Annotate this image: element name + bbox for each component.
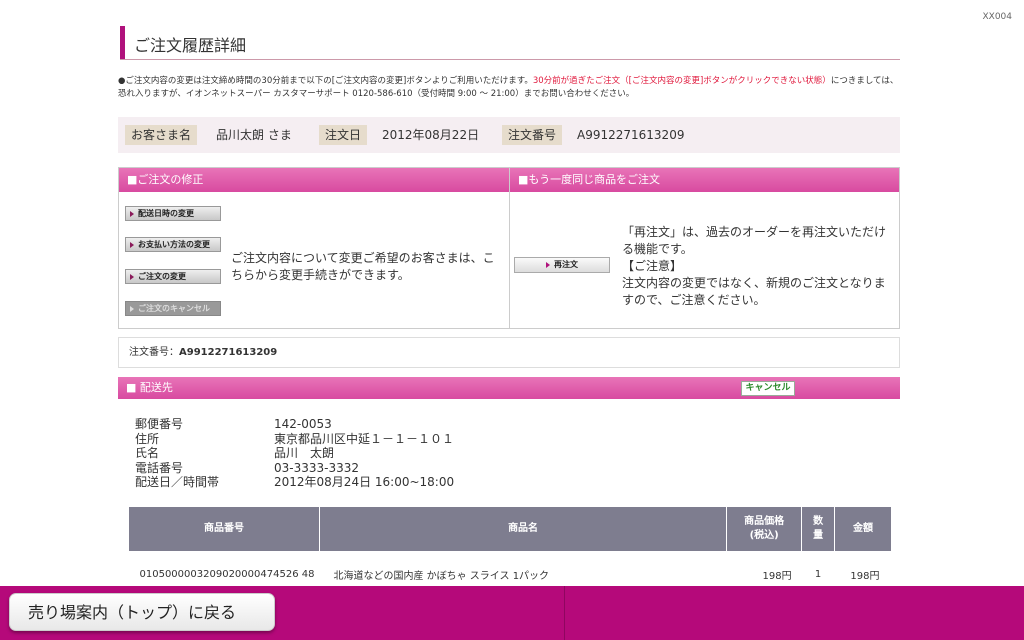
reorder-description: 「再注文」は、過去のオーダーを再注文いただける機能です。 【ご注意】 注文内容の… xyxy=(622,225,887,307)
col-product-name: 商品名 xyxy=(318,506,728,552)
title-accent-bar xyxy=(120,26,125,59)
delivery-time-value: 2012年08月24日 16:00~18:00 xyxy=(274,475,455,489)
customer-value: 品川太朗 さま xyxy=(216,128,292,142)
items-table: 商品番号 商品名 商品価格 (税込) 数 量 金額 01050000032090… xyxy=(128,506,892,598)
col-price: 商品価格 (税込) xyxy=(726,506,803,552)
arrow-right-icon xyxy=(130,210,134,217)
notice-part2: 30分前が過ぎたご注文（[ご注文内容の変更]ボタンがクリックできない状態） xyxy=(532,76,831,86)
order-date-label: 注文日 xyxy=(319,125,368,145)
shipping-details: 郵便番号 142-0053 住所 東京都品川区中延１－１－１０１ 氏名 品川 太朗 電… xyxy=(135,417,454,490)
phone-label: 電話番号 xyxy=(135,460,184,475)
delivery-time-label: 配送日／時間帯 xyxy=(135,475,220,489)
arrow-right-icon xyxy=(130,241,134,248)
screen-id: XX004 xyxy=(982,12,1012,22)
name-value: 品川 太朗 xyxy=(274,446,335,460)
order-number-box: 注文番号：A9912271613209 xyxy=(118,337,900,368)
reorder-button[interactable]: 再注文 xyxy=(514,257,610,273)
modify-panel: ■ご注文の修正 配送日時の変更 お支払い方法の変更 ご注文の変更 ご注文のキャン… xyxy=(118,167,510,329)
arrow-right-icon xyxy=(130,273,134,280)
name-label: 氏名 xyxy=(135,446,160,460)
postal-code-label: 郵便番号 xyxy=(135,417,184,431)
address-value: 東京都品川区中延１－１－１０１ xyxy=(274,431,455,446)
postal-code-value: 142-0053 xyxy=(274,417,332,431)
modify-description: ご注文内容について変更ご希望のお客さまは、こちらから変更手続きができます。 xyxy=(231,251,495,282)
arrow-right-icon xyxy=(546,261,550,268)
page-header: ご注文履歴詳細 xyxy=(120,26,900,60)
change-delivery-button[interactable]: 配送日時の変更 xyxy=(125,206,221,221)
shipping-cancel-button[interactable]: キャンセル xyxy=(741,381,795,396)
col-product-no: 商品番号 xyxy=(128,506,320,552)
notice-text: ●ご注文内容の変更は注文締め時間の30分前まで以下の[ご注文内容の変更]ボタンよ… xyxy=(118,75,903,101)
order-number-box-value: A9912271613209 xyxy=(179,347,278,358)
back-to-top-button[interactable]: 売り場案内（トップ）に戻る xyxy=(9,593,275,631)
reorder-panel-header: ■もう一度同じ商品をご注文 xyxy=(510,168,899,192)
col-qty: 数 量 xyxy=(801,506,836,552)
arrow-right-icon xyxy=(130,305,134,312)
order-number-value: A9912271613209 xyxy=(577,128,685,142)
order-info-bar: お客さま名 品川太朗 さま 注文日 2012年08月22日 注文番号 A9912… xyxy=(118,117,900,153)
reorder-panel: ■もう一度同じ商品をご注文 再注文 「再注文」は、過去のオーダーを再注文いただけ… xyxy=(510,167,900,329)
address-label: 住所 xyxy=(135,431,160,446)
change-payment-button[interactable]: お支払い方法の変更 xyxy=(125,237,221,252)
order-date-value: 2012年08月22日 xyxy=(382,128,480,142)
customer-label: お客さま名 xyxy=(125,125,198,145)
order-number-label: 注文番号 xyxy=(502,125,563,145)
change-order-button[interactable]: ご注文の変更 xyxy=(125,269,221,284)
order-number-box-label: 注文番号： xyxy=(129,347,179,358)
cancel-order-button: ご注文のキャンセル xyxy=(125,301,221,316)
items-table-header: 商品番号 商品名 商品価格 (税込) 数 量 金額 xyxy=(128,506,892,552)
col-amount: 金額 xyxy=(834,506,892,552)
phone-value: 03-3333-3332 xyxy=(274,460,360,475)
notice-part1: ●ご注文内容の変更は注文締め時間の30分前まで以下の[ご注文内容の変更]ボタンよ… xyxy=(118,76,533,86)
page-title: ご注文履歴詳細 xyxy=(134,36,247,55)
modify-panel-header: ■ご注文の修正 xyxy=(119,168,509,192)
